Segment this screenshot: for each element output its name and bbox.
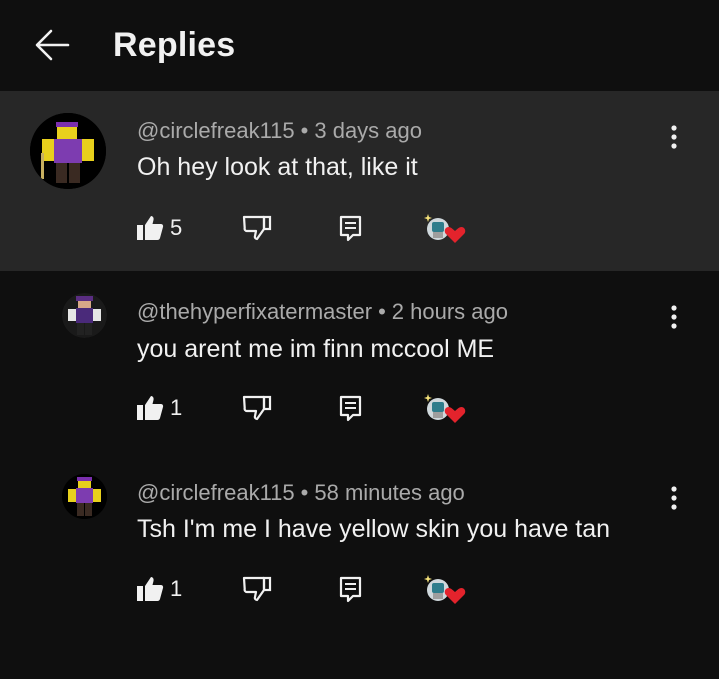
reply-icon [339,576,362,603]
top-bar: Replies [0,0,719,90]
avatar[interactable] [30,113,106,189]
back-button[interactable] [34,28,70,62]
dislike-button[interactable] [242,392,272,424]
reply-button[interactable] [339,392,363,424]
more-options-button[interactable] [664,304,684,332]
arrow-left-icon [35,29,70,61]
comment-item: @thehyperfixatermaster • 2 hours ago you a… [0,271,719,452]
dislike-button[interactable] [242,212,272,244]
author-handle[interactable]: @thehyperfixatermaster [137,299,372,324]
comment-item: @circlefreak115 • 58 minutes ago Tsh I'm m… [0,452,719,633]
more-vert-icon [671,125,677,149]
thumbs-down-icon [242,576,272,602]
reply-button[interactable] [339,212,363,244]
comment-meta: @thehyperfixatermaster • 2 hours ago [137,299,508,325]
thumbs-down-icon [242,215,272,241]
separator: • [378,299,386,324]
comment-meta: @circlefreak115 • 3 days ago [137,118,422,144]
thumbs-up-icon [137,396,164,420]
creator-heart-badge [424,212,466,244]
thumbs-down-icon [242,395,272,421]
thumbs-up-icon [137,577,164,601]
thumbs-up-icon [137,216,164,240]
comment-item: @circlefreak115 • 3 days ago Oh hey look a… [0,91,719,271]
more-vert-icon [671,486,677,510]
creator-heart-badge [424,573,466,605]
avatar[interactable] [62,474,107,519]
more-options-button[interactable] [664,124,684,152]
author-handle[interactable]: @circlefreak115 [137,118,295,143]
timestamp: 58 minutes ago [314,480,465,505]
comment-actions: 5 [136,212,496,244]
more-options-button[interactable] [664,485,684,513]
like-count: 1 [170,576,183,601]
creator-heart-badge [424,392,466,424]
avatar[interactable] [62,293,107,338]
author-handle[interactable]: @circlefreak115 [137,480,295,505]
like-count: 5 [170,215,183,240]
creator-heart-icon [424,394,466,423]
reply-icon [339,395,362,422]
comment-actions: 1 [136,392,496,424]
separator: • [300,480,309,505]
like-button[interactable]: 1 [136,392,182,424]
more-vert-icon [671,305,677,329]
like-count: 1 [170,395,183,420]
creator-heart-icon [424,214,466,243]
timestamp: 3 days ago [314,118,422,143]
like-button[interactable]: 5 [136,212,182,244]
separator: • [300,118,309,143]
comment-text: Oh hey look at that, like it [137,153,418,181]
comment-meta: @circlefreak115 • 58 minutes ago [137,480,465,506]
like-button[interactable]: 1 [136,573,182,605]
comment-text: Tsh I'm me I have yellow skin you have t… [137,515,611,543]
creator-heart-icon [424,575,466,604]
reply-icon [339,215,362,242]
reply-button[interactable] [339,573,363,605]
page-title: Replies [113,26,236,64]
dislike-button[interactable] [242,573,272,605]
timestamp: 2 hours ago [391,299,508,324]
comment-actions: 1 [136,573,496,605]
comment-text: you arent me im finn mccool ME [137,335,495,363]
